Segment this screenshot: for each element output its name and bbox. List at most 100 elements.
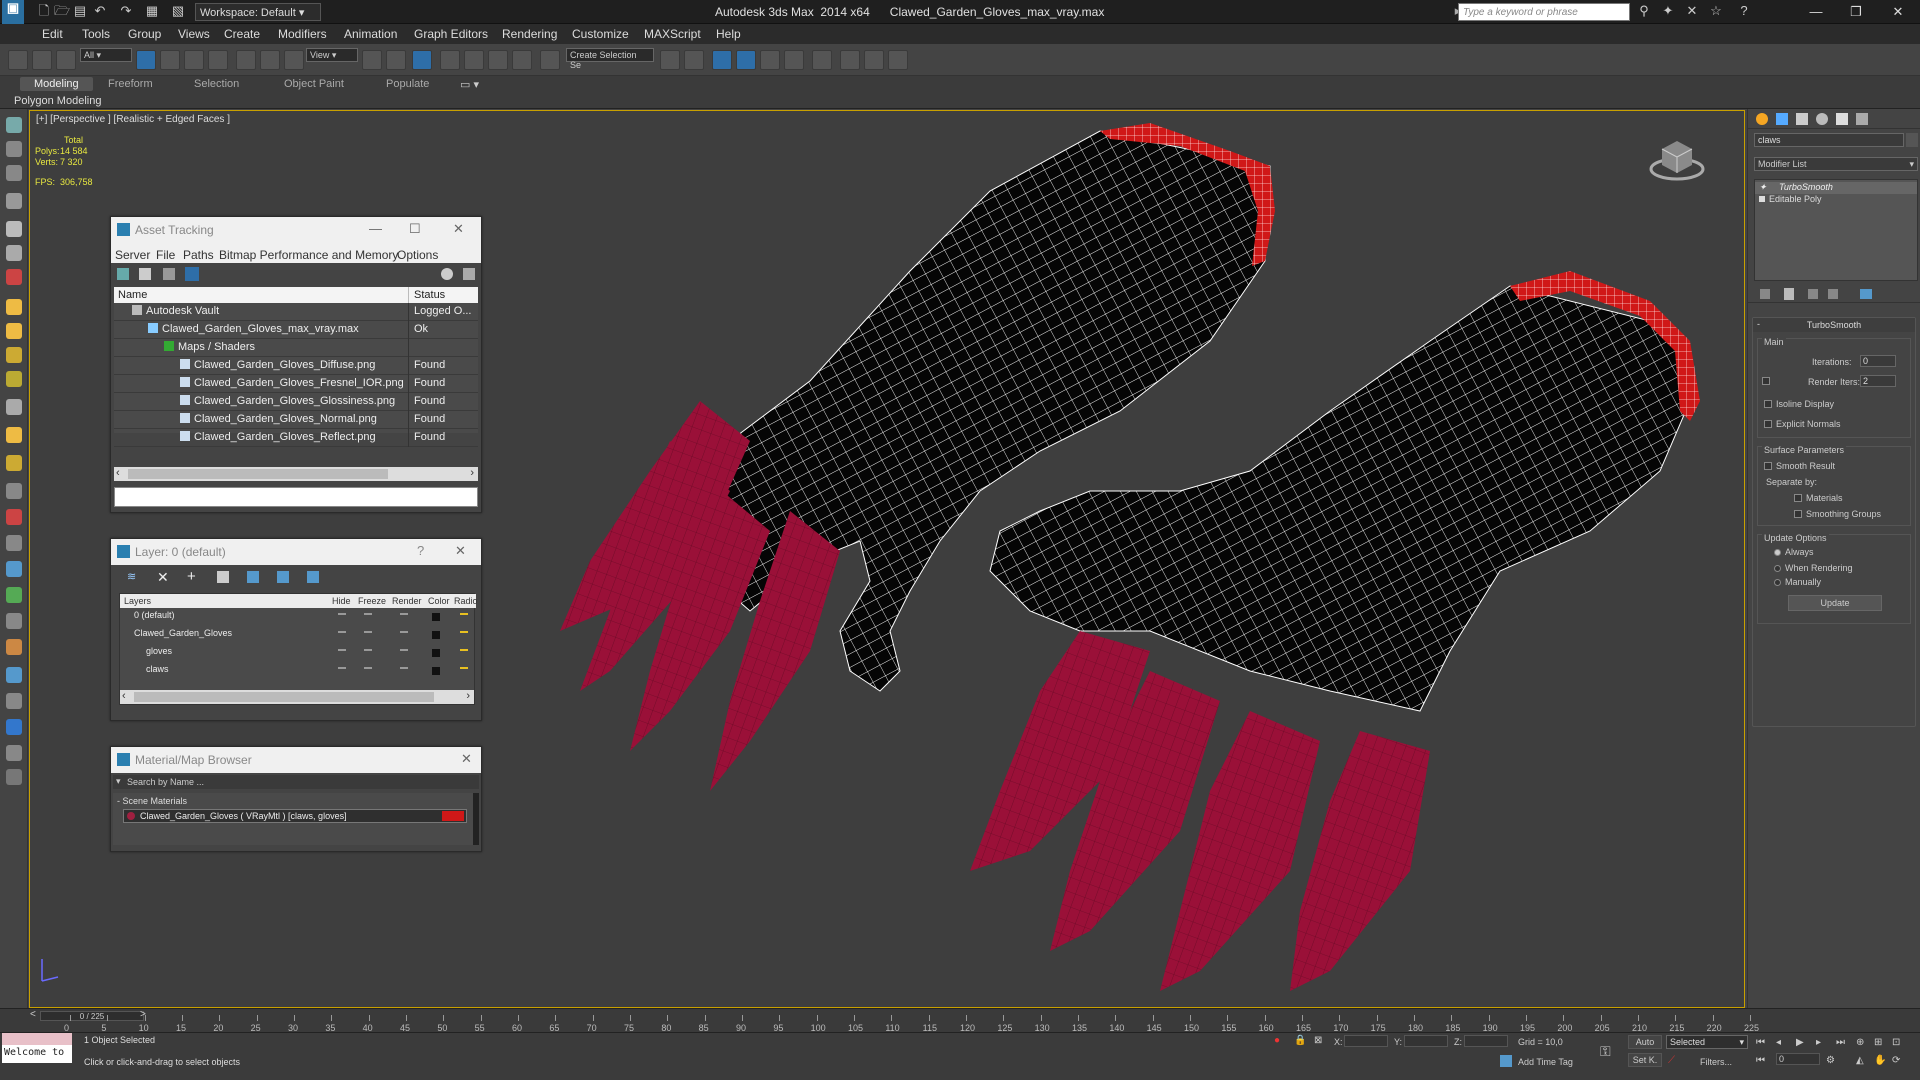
col-hide[interactable]: Hide <box>332 596 351 606</box>
lb-icon-6[interactable] <box>6 245 22 261</box>
orbit-icon[interactable]: ⟳ <box>1892 1055 1900 1066</box>
render-toggle[interactable] <box>400 667 408 669</box>
motion-tab-icon[interactable] <box>1816 113 1828 125</box>
lb-icon-16[interactable] <box>6 509 22 525</box>
menu-rendering[interactable]: Rendering <box>502 27 557 41</box>
asset-row[interactable]: Clawed_Garden_Gloves_Reflect.png Found <box>114 429 478 447</box>
lb-icon-26[interactable] <box>6 769 22 785</box>
maxscript-mini-listener[interactable] <box>2 1033 72 1045</box>
tab-selection[interactable]: Selection <box>194 78 239 90</box>
lb-icon-1[interactable] <box>6 117 22 133</box>
lb-icon-7[interactable] <box>6 269 22 285</box>
material-editor-icon[interactable] <box>812 50 832 70</box>
field-of-view-icon[interactable]: ◭ <box>1856 1055 1864 1066</box>
binoculars-icon[interactable]: ⚲ <box>1636 3 1652 19</box>
add-time-tag[interactable]: Add Time Tag <box>1518 1057 1573 1067</box>
restore-icon[interactable]: ❐ <box>1840 2 1872 22</box>
highlight-layer-icon[interactable] <box>247 571 259 583</box>
go-to-start-icon[interactable]: ⏮ <box>1756 1037 1765 1048</box>
save-icon[interactable]: ▤ <box>72 3 88 19</box>
lb-icon-2[interactable] <box>6 141 22 157</box>
zoom-extents-icon[interactable]: ⊡ <box>1892 1037 1900 1048</box>
lb-icon-3[interactable] <box>6 165 22 181</box>
undo-icon[interactable]: ↶ <box>92 3 108 19</box>
asset-row[interactable]: Clawed_Garden_Gloves_max_vray.max Ok <box>114 321 478 339</box>
viewport-label[interactable]: [+] [Perspective ] [Realistic + Edged Fa… <box>36 114 230 125</box>
key-filters-button[interactable]: Filters... <box>1700 1057 1732 1067</box>
asset-row[interactable]: Clawed_Garden_Gloves_Normal.png Found <box>114 411 478 429</box>
asset-hscrollbar[interactable]: ‹ › <box>114 467 478 481</box>
go-to-end-icon[interactable]: ⏭ <box>1836 1037 1845 1048</box>
close-icon[interactable]: ✕ <box>1882 2 1914 22</box>
create-tab-icon[interactable] <box>1756 113 1768 125</box>
col-radio[interactable]: Radio <box>454 596 478 606</box>
select-by-name-icon[interactable] <box>160 50 180 70</box>
lightbulb-icon[interactable]: ✦ <box>1759 182 1767 193</box>
absolute-mode-icon[interactable]: ⊠ <box>1314 1035 1322 1046</box>
list-view-icon[interactable] <box>139 268 151 280</box>
close-icon[interactable]: ✕ <box>455 543 466 559</box>
zoom-icon[interactable]: ⊕ <box>1856 1037 1864 1048</box>
edit-named-selection-icon[interactable] <box>540 50 560 70</box>
selection-lock-icon[interactable]: 🔒 <box>1294 1035 1306 1046</box>
radiosity-toggle[interactable] <box>460 667 468 669</box>
tab-modeling[interactable]: Modeling <box>20 77 93 91</box>
hold-icon[interactable]: ▧ <box>170 3 186 19</box>
selection-filter-dropdown[interactable]: All ▾ <box>80 48 132 62</box>
isolate-selection-icon[interactable]: ● <box>1274 1035 1280 1046</box>
help-icon[interactable]: ? <box>417 543 424 558</box>
material-item[interactable]: Clawed_Garden_Gloves ( VRayMtl ) [claws,… <box>123 809 467 823</box>
lb-icon-18[interactable] <box>6 561 22 577</box>
viewcube-icon[interactable] <box>1648 133 1706 183</box>
col-color[interactable]: Color <box>428 596 450 606</box>
menu-help[interactable]: Help <box>716 27 741 41</box>
detail-view-icon[interactable] <box>163 268 175 280</box>
new-file-icon[interactable]: 🗋 <box>36 3 52 19</box>
table-view-icon[interactable] <box>185 267 199 281</box>
project-icon[interactable]: ▦ <box>144 3 160 19</box>
hide-toggle[interactable] <box>338 649 346 651</box>
menu-create[interactable]: Create <box>224 27 260 41</box>
spinner-snap-icon[interactable] <box>512 50 532 70</box>
radiosity-toggle[interactable] <box>460 649 468 651</box>
freeze-toggle[interactable] <box>364 667 372 669</box>
percent-snap-icon[interactable] <box>488 50 508 70</box>
maxscript-listener[interactable]: Welcome to <box>2 1045 72 1063</box>
lb-icon-25[interactable] <box>6 745 22 761</box>
lb-icon-22[interactable] <box>6 667 22 683</box>
play-icon[interactable]: ▶ <box>1796 1037 1804 1048</box>
scene-explorer-icon[interactable] <box>712 50 732 70</box>
smoothing-groups-checkbox[interactable]: Smoothing Groups <box>1794 509 1881 519</box>
col-layers[interactable]: Layers <box>124 596 151 606</box>
align-icon[interactable] <box>684 50 704 70</box>
lb-icon-13[interactable] <box>6 427 22 443</box>
mirror-icon[interactable] <box>660 50 680 70</box>
lb-icon-9[interactable] <box>6 323 22 339</box>
current-frame-field[interactable]: 0 <box>1776 1053 1820 1065</box>
make-unique-icon[interactable] <box>1808 289 1818 299</box>
lb-icon-10[interactable] <box>6 347 22 363</box>
menu-bitmap-performance[interactable]: Bitmap Performance and Memory <box>219 248 398 262</box>
dropdown-arrow-icon[interactable]: ▾ <box>116 776 121 787</box>
layer-color-swatch[interactable] <box>432 649 440 657</box>
menu-file[interactable]: File <box>156 248 175 262</box>
minimize-icon[interactable]: — <box>369 221 382 236</box>
auto-key-button[interactable]: Auto <box>1628 1035 1662 1049</box>
lb-icon-5[interactable] <box>6 221 22 237</box>
menu-options[interactable]: Options <box>397 248 438 262</box>
pivot-center-icon[interactable] <box>362 50 382 70</box>
hide-toggle[interactable] <box>338 631 346 633</box>
stack-item-editable-poly[interactable]: Editable Poly <box>1755 194 1917 206</box>
hide-toggle[interactable] <box>338 613 346 615</box>
time-tag-icon[interactable] <box>1500 1055 1512 1067</box>
settings-icon[interactable] <box>463 268 475 280</box>
asset-row[interactable]: Maps / Shaders <box>114 339 478 357</box>
stack-item-turbosmooth[interactable]: ✦ TurboSmooth <box>1755 182 1917 194</box>
delete-layer-icon[interactable]: ✕ <box>157 569 169 586</box>
tab-freeform[interactable]: Freeform <box>108 78 153 90</box>
lb-icon-17[interactable] <box>6 535 22 551</box>
menu-paths[interactable]: Paths <box>183 248 214 262</box>
lb-icon-4[interactable] <box>6 193 22 209</box>
remove-modifier-icon[interactable] <box>1828 289 1838 299</box>
layer-row[interactable]: claws <box>120 662 476 680</box>
